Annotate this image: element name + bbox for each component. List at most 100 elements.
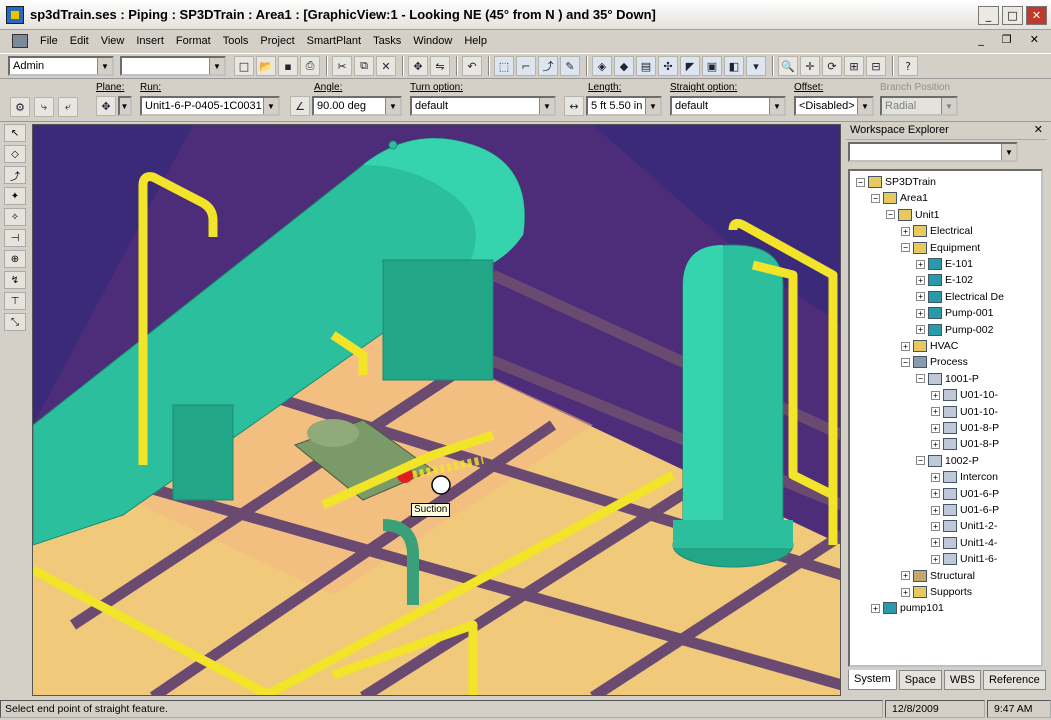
spool-tool-icon[interactable]: ↯ [4,271,26,289]
straight-option-combo[interactable]: default ▼ [670,96,786,116]
undo-icon[interactable]: ↶ [462,56,482,76]
expand-icon[interactable]: + [931,505,940,515]
tree-node[interactable]: − Process [901,354,968,370]
sloped-tool-icon[interactable]: ⤡ [4,313,26,331]
close-icon[interactable]: ✕ [1034,123,1043,136]
angle-lock-icon[interactable]: ∠ [290,96,310,116]
insert-component-tool-icon[interactable]: ✦ [4,187,26,205]
tree-node[interactable]: + Pump-001 [916,305,993,321]
tree-node[interactable]: + HVAC [901,338,958,354]
filter-combo[interactable]: ▼ [120,56,226,76]
tree-node[interactable]: + E-101 [916,256,973,272]
tree-node[interactable]: − 1002-P [916,453,979,469]
vertical-vessel[interactable] [672,244,794,568]
layer-icon[interactable]: ▤ [636,56,656,76]
move-icon[interactable]: ✥ [408,56,428,76]
menu-window[interactable]: Window [407,35,458,47]
tree-node[interactable]: + U01-6-P [931,502,999,518]
menu-project[interactable]: Project [254,35,300,47]
tree-node[interactable]: + Electrical De [916,289,1004,305]
collapse-icon[interactable]: − [916,374,925,384]
expand-icon[interactable]: + [931,439,940,449]
snap-icon[interactable]: ✣ [658,56,678,76]
tree-node[interactable]: − Unit1 [886,207,940,223]
render-icon[interactable]: ◆ [614,56,634,76]
plane-dropdown[interactable]: ▼ [118,96,132,116]
tree-node[interactable]: + E-102 [916,272,973,288]
tree-node[interactable]: + Unit1-6- [931,551,997,567]
tree-node[interactable]: + Supports [901,584,972,600]
tree-node[interactable]: + Structural [901,568,975,584]
expand-icon[interactable]: + [931,521,940,531]
mdi-minimize-icon[interactable]: _ [972,33,990,46]
expand-icon[interactable]: + [931,390,940,400]
expand-icon[interactable]: + [916,325,925,335]
tab-system[interactable]: System [848,670,897,690]
tree-node[interactable]: − SP3DTrain [856,174,936,190]
menu-tasks[interactable]: Tasks [367,35,407,47]
expand-icon[interactable]: + [931,489,940,499]
run-combo[interactable]: Unit1-6-P-0405-1C0031 ▼ [140,96,280,116]
tree-node[interactable]: + Intercon [931,469,998,485]
collapse-icon[interactable]: − [856,177,865,187]
insert-specialty-tool-icon[interactable]: ✧ [4,208,26,226]
equipment-tool-icon[interactable]: ◇ [4,145,26,163]
expand-icon[interactable]: + [931,554,940,564]
tree-node[interactable]: + U01-6-P [931,486,999,502]
tree-node[interactable]: + U01-8-P [931,436,999,452]
maximize-button[interactable]: □ [1002,6,1023,25]
menu-file[interactable]: File [34,35,64,47]
collapse-icon[interactable]: − [901,243,910,253]
mdi-close-icon[interactable]: ✕ [1024,33,1045,46]
tree-node[interactable]: + Electrical [901,223,973,239]
document-icon[interactable] [12,34,28,48]
split-tool-icon[interactable]: ⊣ [4,229,26,247]
mirror-icon[interactable]: ⇋ [430,56,450,76]
expand-icon[interactable]: + [931,472,940,482]
menu-view[interactable]: View [95,35,131,47]
menu-help[interactable]: Help [458,35,493,47]
expand-icon[interactable]: + [916,308,925,318]
tree-node[interactable]: + U01-10- [931,387,998,403]
expand-icon[interactable]: + [916,259,925,269]
collapse-icon[interactable]: − [916,456,925,466]
tree-node[interactable]: − 1001-P [916,371,979,387]
print-icon[interactable]: ⎙ [300,56,320,76]
fit-icon[interactable]: ⊞ [844,56,864,76]
previous-view-icon[interactable]: ⊟ [866,56,886,76]
angle-combo[interactable]: 90.00 deg ▼ [312,96,402,116]
route-start-icon[interactable]: ⤷ [34,97,54,117]
rotate-icon[interactable]: ⟳ [822,56,842,76]
connect-tool-icon[interactable]: ⊕ [4,250,26,268]
expand-icon[interactable]: + [916,275,925,285]
properties-icon[interactable]: ⚙ [10,97,30,117]
help-icon[interactable]: ? [898,56,918,76]
close-button[interactable]: ✕ [1026,6,1047,25]
view-icon[interactable]: ◈ [592,56,612,76]
tree-node[interactable]: + U01-8-P [931,420,999,436]
route-pipe-tool-icon[interactable]: ⤴ [4,166,26,184]
mdi-restore-icon[interactable]: ❐ [996,33,1018,46]
expand-icon[interactable]: + [901,341,910,351]
clip-icon[interactable]: ▣ [702,56,722,76]
pan-icon[interactable]: ✛ [800,56,820,76]
tree-node[interactable]: + Unit1-4- [931,535,997,551]
collapse-icon[interactable]: − [886,210,895,220]
save-icon[interactable]: ▪ [278,56,298,76]
tree-node[interactable]: + pump101 [871,600,944,616]
explorer-filter-combo[interactable]: ▼ [848,142,1018,162]
menu-tools[interactable]: Tools [217,35,255,47]
route-icon[interactable]: ⤴ [538,56,558,76]
copy-icon[interactable]: ⧉ [354,56,374,76]
expand-icon[interactable]: + [871,603,880,613]
expand-icon[interactable]: + [931,423,940,433]
select-tool-icon[interactable]: ↖ [4,124,26,142]
role-combo[interactable]: Admin ▼ [8,56,114,76]
collapse-icon[interactable]: − [901,357,910,367]
minimize-button[interactable]: _ [978,6,999,25]
3d-model-scene[interactable] [33,125,841,696]
tab-wbs[interactable]: WBS [943,670,981,690]
zoom-icon[interactable]: 🔍 [778,56,798,76]
more-icon[interactable]: ▾ [746,56,766,76]
delete-icon[interactable]: ✕ [376,56,396,76]
